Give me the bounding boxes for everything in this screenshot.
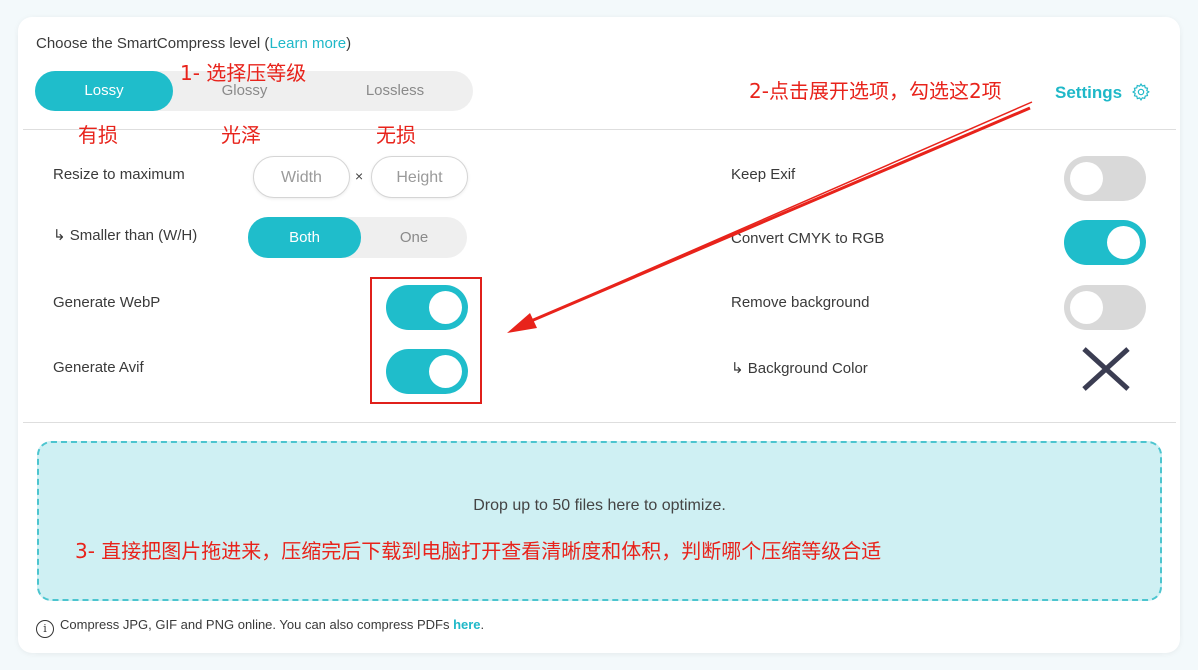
- level-lossless-button[interactable]: Lossless: [320, 71, 470, 111]
- highlight-box: [370, 277, 482, 404]
- annotation-lossy: 有损: [78, 123, 118, 147]
- remove-bg-toggle[interactable]: [1064, 285, 1146, 330]
- footer-note: i Compress JPG, GIF and PNG online. You c…: [36, 617, 484, 638]
- toggle-knob: [1107, 226, 1140, 259]
- times-sign: ×: [355, 168, 364, 184]
- height-input[interactable]: Height: [371, 156, 468, 198]
- width-input[interactable]: Width: [253, 156, 350, 198]
- resize-label: Resize to maximum: [53, 166, 185, 183]
- one-button[interactable]: One: [361, 217, 467, 258]
- gear-icon: [1131, 83, 1150, 101]
- close-icon[interactable]: [1080, 347, 1132, 391]
- top-divider: [23, 129, 1176, 130]
- cmyk-toggle[interactable]: [1064, 220, 1146, 265]
- toggle-knob: [1070, 162, 1103, 195]
- cmyk-label: Convert CMYK to RGB: [731, 230, 885, 247]
- pdf-here-link[interactable]: here: [453, 617, 480, 632]
- info-icon: i: [36, 620, 54, 638]
- toggle-knob: [1070, 291, 1103, 324]
- level-title: Choose the SmartCompress level (Learn mo…: [36, 35, 352, 52]
- level-lossy-button[interactable]: Lossy: [35, 71, 173, 111]
- settings-toggle[interactable]: Settings: [1055, 82, 1151, 103]
- learn-more-link[interactable]: Learn more: [269, 35, 346, 52]
- remove-bg-label: Remove background: [731, 294, 870, 311]
- annotation-step1: 1- 选择压等级: [180, 61, 307, 85]
- annotation-glossy: 光泽: [221, 123, 261, 147]
- dropzone-text: Drop up to 50 files here to optimize.: [473, 497, 726, 514]
- annotation-lossless: 无损: [376, 123, 416, 147]
- annotation-step2: 2-点击展开选项，勾选这2项: [749, 79, 1002, 103]
- bg-color-label: ↳ Background Color: [731, 360, 868, 377]
- keep-exif-label: Keep Exif: [731, 166, 796, 183]
- bottom-divider: [23, 422, 1176, 423]
- file-dropzone[interactable]: Drop up to 50 files here to optimize.: [37, 441, 1162, 601]
- smaller-than-selector: Both One: [248, 217, 467, 258]
- avif-label: Generate Avif: [53, 359, 144, 376]
- annotation-step3: 3- 直接把图片拖进来，压缩完后下载到电脑打开查看清晰度和体积，判断哪个压缩等级…: [75, 539, 882, 563]
- webp-label: Generate WebP: [53, 294, 161, 311]
- smaller-than-label: ↳ Smaller than (W/H): [53, 227, 198, 244]
- both-button[interactable]: Both: [248, 217, 361, 258]
- keep-exif-toggle[interactable]: [1064, 156, 1146, 201]
